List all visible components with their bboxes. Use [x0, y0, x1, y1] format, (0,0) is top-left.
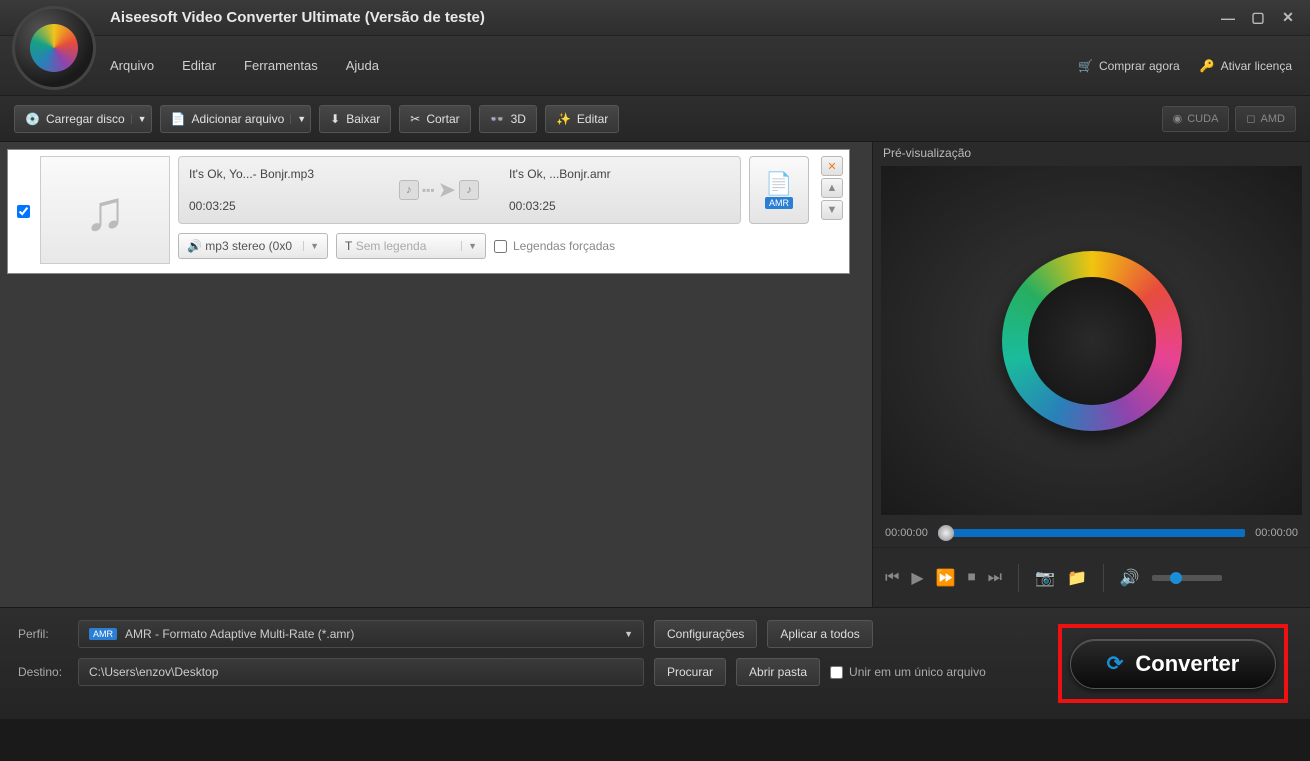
chevron-down-icon[interactable]: ▼	[131, 114, 147, 124]
menu-tools[interactable]: Ferramentas	[244, 58, 318, 73]
cart-icon: 🛒	[1078, 59, 1093, 73]
activate-license-link[interactable]: 🔑Ativar licença	[1200, 59, 1292, 73]
source-filename: It's Ok, Yo...- Bonjr.mp3	[189, 167, 379, 181]
buy-now-link[interactable]: 🛒Comprar agora	[1078, 59, 1180, 73]
forced-subs-checkbox[interactable]	[494, 240, 507, 253]
audio-in-icon: ♪	[399, 180, 419, 200]
menu-file[interactable]: Arquivo	[110, 58, 154, 73]
destination-label: Destino:	[18, 665, 68, 679]
merge-files-label: Unir em um único arquivo	[849, 665, 986, 679]
audio-out-icon: ♪	[459, 180, 479, 200]
scissors-icon: ✂	[410, 112, 420, 126]
magic-wand-icon: ✨	[556, 112, 571, 126]
next-track-button[interactable]: ⏭	[988, 569, 1002, 587]
move-down-button[interactable]: ▼	[821, 200, 843, 220]
document-icon: 📄	[765, 171, 792, 197]
audio-track-select[interactable]: 🔊 mp3 stereo (0x0▼	[178, 233, 328, 259]
profile-select[interactable]: AMRAMR - Formato Adaptive Multi-Rate (*.…	[78, 620, 644, 648]
prev-track-button[interactable]: ⏮	[885, 569, 899, 587]
download-icon: ⬇	[330, 112, 340, 126]
settings-button[interactable]: Configurações	[654, 620, 757, 648]
playback-time-current: 00:00:00	[885, 527, 928, 539]
open-folder-button[interactable]: 📁	[1067, 568, 1087, 588]
timeline-slider[interactable]	[938, 529, 1245, 537]
format-badge: AMR	[765, 197, 793, 209]
file-item[interactable]: ♫ It's Ok, Yo...- Bonjr.mp3 00:03:25 ♪ ▪…	[7, 149, 850, 274]
load-disc-button[interactable]: 💿Carregar disco▼	[14, 105, 152, 133]
forced-subs-label: Legendas forçadas	[513, 239, 615, 253]
file-thumbnail: ♫	[40, 156, 170, 264]
disc-icon: 💿	[25, 112, 40, 126]
edit-button[interactable]: ✨Editar	[545, 105, 619, 133]
browse-button[interactable]: Procurar	[654, 658, 726, 686]
app-logo	[12, 6, 96, 90]
remove-file-button[interactable]: ✕	[821, 156, 843, 176]
audio-icon: 🔊	[187, 239, 202, 253]
menu-edit[interactable]: Editar	[182, 58, 216, 73]
timeline-knob[interactable]	[938, 525, 954, 541]
subtitle-select[interactable]: T Sem legenda▼	[336, 233, 486, 259]
volume-icon[interactable]: 🔊	[1120, 568, 1140, 588]
glasses-icon: 👓	[490, 112, 505, 126]
fast-forward-button[interactable]: ⏩	[936, 568, 956, 588]
amd-icon: ◻	[1246, 112, 1255, 125]
open-dest-folder-button[interactable]: Abrir pasta	[736, 658, 820, 686]
nvidia-icon: ◉	[1173, 112, 1183, 125]
close-button[interactable]: ✕	[1280, 10, 1296, 26]
volume-knob[interactable]	[1170, 572, 1182, 584]
amd-toggle[interactable]: ◻AMD	[1235, 106, 1296, 132]
file-list-area: ♫ It's Ok, Yo...- Bonjr.mp3 00:03:25 ♪ ▪…	[0, 142, 872, 607]
file-plus-icon: 📄	[171, 112, 186, 126]
apply-all-button[interactable]: Aplicar a todos	[767, 620, 872, 648]
preview-viewport	[881, 166, 1302, 515]
volume-slider[interactable]	[1152, 575, 1222, 581]
stop-button[interactable]: ⏹	[968, 569, 976, 587]
chevron-down-icon[interactable]: ▼	[290, 114, 306, 124]
conversion-arrow: ♪ ▪▪▪ ➤ ♪	[379, 177, 499, 203]
menu-help[interactable]: Ajuda	[346, 58, 379, 73]
window-title: Aiseesoft Video Converter Ultimate (Vers…	[110, 9, 485, 26]
preview-title: Pré-visualização	[873, 142, 1310, 162]
merge-files-checkbox[interactable]	[830, 666, 843, 679]
playback-time-total: 00:00:00	[1255, 527, 1298, 539]
three-d-button[interactable]: 👓3D	[479, 105, 537, 133]
add-file-button[interactable]: 📄Adicionar arquivo▼	[160, 105, 312, 133]
aperture-icon	[1002, 251, 1182, 431]
play-button[interactable]: ▶	[911, 568, 923, 588]
music-note-icon: ♫	[84, 178, 126, 243]
text-icon: T	[345, 239, 352, 253]
minimize-button[interactable]: —	[1220, 10, 1236, 26]
tutorial-highlight-box	[1058, 624, 1288, 703]
cuda-toggle[interactable]: ◉CUDA	[1162, 106, 1230, 132]
download-button[interactable]: ⬇Baixar	[319, 105, 391, 133]
source-duration: 00:03:25	[189, 199, 379, 213]
output-format-button[interactable]: 📄 AMR	[749, 156, 809, 224]
target-duration: 00:03:25	[509, 199, 730, 213]
profile-label: Perfil:	[18, 627, 68, 641]
maximize-button[interactable]: ▢	[1250, 10, 1266, 26]
snapshot-button[interactable]: 📷	[1035, 568, 1055, 588]
key-icon: 🔑	[1200, 59, 1215, 73]
target-filename: It's Ok, ...Bonjr.amr	[509, 167, 730, 181]
format-badge-small: AMR	[89, 628, 117, 640]
move-up-button[interactable]: ▲	[821, 178, 843, 198]
destination-field[interactable]: C:\Users\enzov\Desktop	[78, 658, 644, 686]
cut-button[interactable]: ✂Cortar	[399, 105, 470, 133]
file-select-checkbox[interactable]	[17, 205, 30, 218]
